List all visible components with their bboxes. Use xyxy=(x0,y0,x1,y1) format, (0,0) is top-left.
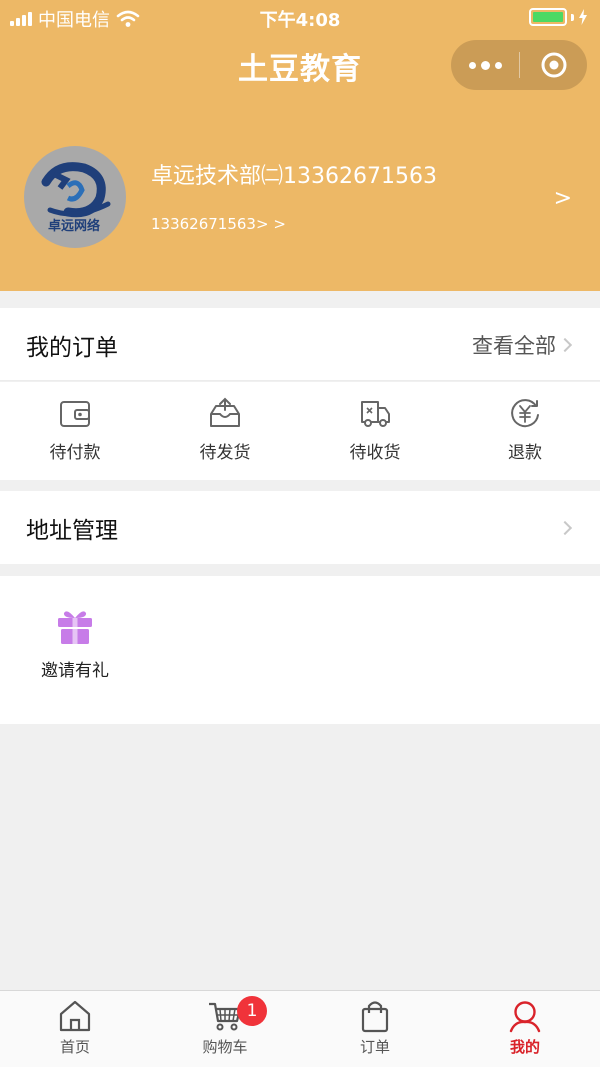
bag-icon xyxy=(361,1001,389,1033)
tab-home[interactable]: 首页 xyxy=(0,991,150,1067)
order-pending-shipment[interactable]: 待发货 xyxy=(150,382,300,480)
miniprogram-capsule xyxy=(451,40,587,90)
order-status-label: 待付款 xyxy=(49,443,101,463)
target-close-icon xyxy=(541,52,566,78)
user-name: 卓远技术部㈡13362671563 xyxy=(151,164,437,189)
tab-label: 首页 xyxy=(59,1038,90,1056)
invite-reward-item[interactable]: 邀请有礼 xyxy=(30,606,120,681)
status-bar: 中国电信 下午4:08 xyxy=(0,0,600,34)
order-pending-payment[interactable]: 待付款 xyxy=(0,382,150,480)
company-logo: 卓远网络 xyxy=(41,162,111,234)
more-dot-icon xyxy=(480,60,490,70)
tab-profile[interactable]: 我的 xyxy=(450,991,600,1067)
chevron-right-icon xyxy=(557,337,573,353)
more-dot-icon xyxy=(468,61,476,69)
cart-badge: 1 xyxy=(237,996,267,1026)
address-management-row[interactable]: 地址管理 xyxy=(0,491,600,564)
more-dot-icon xyxy=(494,61,502,69)
tab-cart[interactable]: 1 购物车 xyxy=(150,991,300,1067)
more-button[interactable] xyxy=(451,40,519,90)
order-pending-receipt[interactable]: 待收货 xyxy=(300,382,450,480)
status-time: 下午4:08 xyxy=(259,10,341,31)
tab-orders[interactable]: 订单 xyxy=(300,991,450,1067)
refund-icon xyxy=(511,399,539,428)
my-orders-row[interactable]: 我的订单 查看全部 xyxy=(0,308,600,381)
tab-label: 订单 xyxy=(359,1038,390,1056)
order-status-label: 待收货 xyxy=(349,443,401,463)
battery-icon xyxy=(529,8,588,26)
chevron-right-icon xyxy=(557,520,573,536)
order-status-bar: 待付款 待发货 待收货 退款 xyxy=(0,382,600,480)
bottom-tab-bar: 首页 1 购物车 订单 我的 xyxy=(0,990,600,1067)
close-miniprogram-button[interactable] xyxy=(520,40,587,90)
profile-icon xyxy=(509,1001,541,1033)
box-icon xyxy=(210,397,240,427)
gift-icon xyxy=(58,611,92,644)
my-orders-title: 我的订单 xyxy=(26,335,118,361)
extras-section: 邀请有礼 xyxy=(0,576,600,724)
order-status-label: 退款 xyxy=(508,443,542,463)
address-management-title: 地址管理 xyxy=(26,518,118,544)
order-status-label: 待发货 xyxy=(199,443,251,463)
charging-icon xyxy=(579,9,587,25)
truck-icon xyxy=(361,401,390,427)
order-refund[interactable]: 退款 xyxy=(450,382,600,480)
tab-label: 购物车 xyxy=(202,1038,248,1056)
user-phone[interactable]: 13362671563> > xyxy=(151,215,286,233)
avatar-caption: 卓远网络 xyxy=(48,218,100,234)
invite-reward-label: 邀请有礼 xyxy=(41,661,109,681)
home-icon xyxy=(59,1000,91,1032)
avatar[interactable]: 卓远网络 xyxy=(24,146,126,248)
wallet-icon xyxy=(60,401,90,427)
view-all-orders-link[interactable]: 查看全部 xyxy=(472,330,556,360)
tab-label: 我的 xyxy=(509,1038,540,1056)
profile-arrow[interactable]: > xyxy=(554,186,572,211)
profile-header: 中国电信 下午4:08 土豆教育 卓远网络 卓远技术部㈡13362671563 … xyxy=(0,0,600,291)
